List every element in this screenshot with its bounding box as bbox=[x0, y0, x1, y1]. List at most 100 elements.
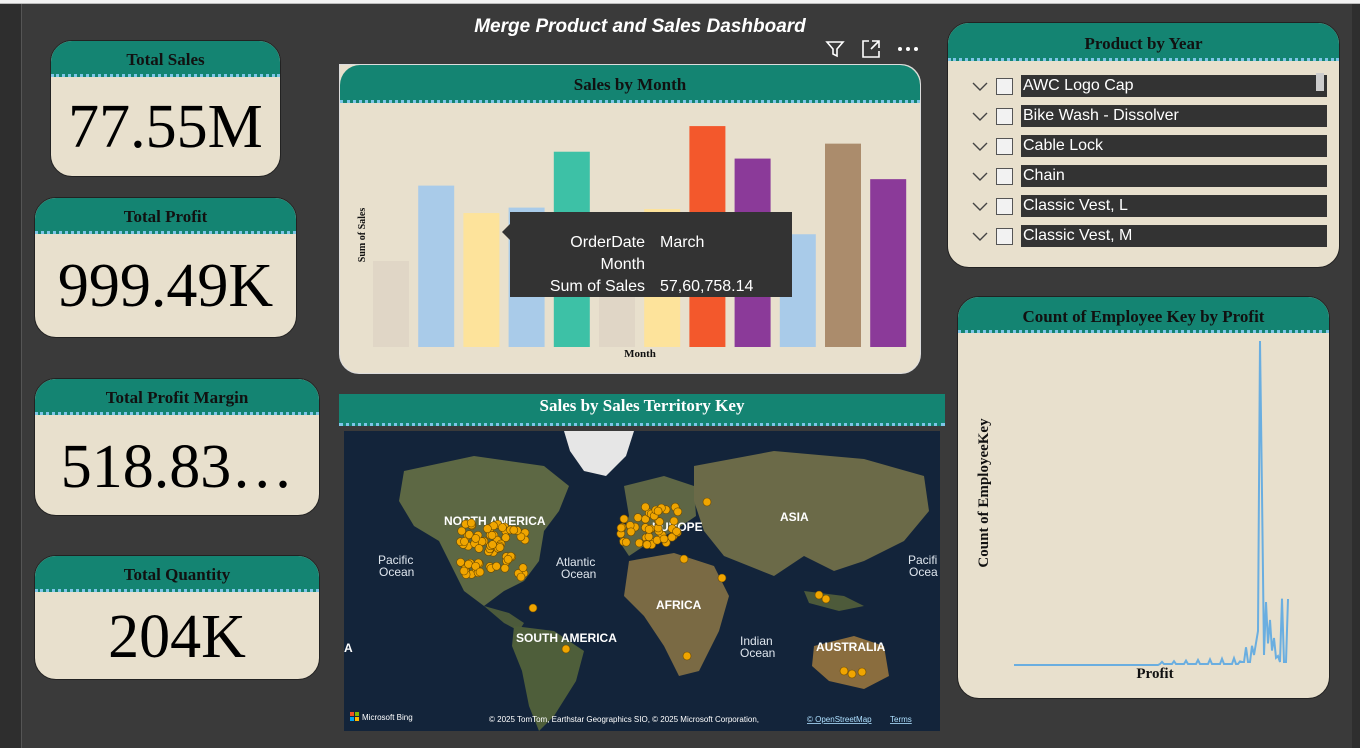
slicer-checkbox[interactable] bbox=[996, 77, 1013, 95]
map-point[interactable] bbox=[659, 534, 669, 544]
x-axis-label: Profit bbox=[1136, 666, 1173, 682]
map-osm-link[interactable]: © OpenStreetMap bbox=[807, 715, 872, 724]
map-point[interactable] bbox=[488, 540, 497, 549]
map-point[interactable] bbox=[717, 573, 727, 583]
kpi-value: 999.49K bbox=[57, 252, 274, 320]
map-point[interactable] bbox=[459, 566, 469, 576]
chevron-down-icon[interactable] bbox=[970, 229, 990, 243]
map-point[interactable] bbox=[653, 506, 663, 516]
tooltip-key: Sum of Sales bbox=[549, 278, 645, 295]
map-point[interactable] bbox=[498, 523, 507, 532]
bing-logo-yellow bbox=[355, 717, 359, 721]
map-point[interactable] bbox=[474, 544, 484, 553]
map-point[interactable] bbox=[633, 513, 643, 522]
map-point[interactable] bbox=[518, 563, 528, 572]
map-point[interactable] bbox=[682, 651, 692, 661]
map-point[interactable] bbox=[652, 535, 662, 545]
bar-1[interactable] bbox=[373, 261, 409, 347]
sales-by-month-chart[interactable]: Sales by Month Sum of Sales Month OrderD… bbox=[339, 64, 921, 374]
chart-tooltip: OrderDate Month March Sum of Sales 57,60,7… bbox=[502, 212, 792, 298]
map-point[interactable] bbox=[464, 559, 473, 569]
list-item[interactable]: AWC Logo Cap bbox=[948, 71, 1339, 101]
map-point[interactable] bbox=[509, 525, 519, 535]
map-point[interactable] bbox=[621, 537, 631, 547]
slicer-checkbox[interactable] bbox=[996, 107, 1013, 125]
kpi-total-sales[interactable]: Total Sales 77.55M bbox=[50, 40, 281, 177]
map-point[interactable] bbox=[626, 527, 636, 537]
map-point[interactable] bbox=[471, 534, 480, 543]
map-point[interactable] bbox=[642, 540, 652, 549]
map-point[interactable] bbox=[634, 538, 644, 548]
focus-mode-icon[interactable] bbox=[860, 38, 882, 60]
map-point[interactable] bbox=[616, 523, 626, 533]
map-point[interactable] bbox=[503, 555, 513, 564]
chevron-down-icon[interactable] bbox=[970, 79, 990, 93]
kpi-title: Total Quantity bbox=[35, 556, 319, 592]
map-point[interactable] bbox=[516, 572, 526, 582]
bing-logo-blue bbox=[350, 717, 354, 721]
map-point[interactable] bbox=[641, 502, 650, 512]
map-point[interactable] bbox=[702, 497, 712, 507]
kpi-value: 518.83… bbox=[60, 433, 294, 501]
bing-logo-red bbox=[350, 712, 354, 716]
chevron-down-icon[interactable] bbox=[970, 199, 990, 213]
filter-icon[interactable] bbox=[824, 38, 846, 60]
slicer-checkbox[interactable] bbox=[996, 137, 1013, 155]
map-point[interactable] bbox=[847, 669, 857, 679]
bar-3[interactable] bbox=[463, 213, 500, 347]
map-label-indian-ocean: Ocean bbox=[740, 646, 775, 660]
list-item[interactable]: Bike Wash - Dissolver bbox=[948, 101, 1339, 131]
map-point[interactable] bbox=[456, 558, 465, 567]
map-point[interactable] bbox=[475, 567, 485, 577]
map-brand: Microsoft Bing bbox=[362, 713, 413, 722]
map-point[interactable] bbox=[669, 516, 679, 526]
map-point[interactable] bbox=[644, 532, 654, 541]
map-point[interactable] bbox=[466, 518, 476, 528]
map-point[interactable] bbox=[561, 644, 571, 654]
map-point[interactable] bbox=[460, 537, 469, 546]
bar-2[interactable] bbox=[418, 185, 455, 347]
map-point[interactable] bbox=[672, 527, 681, 536]
map-point[interactable] bbox=[821, 594, 831, 604]
list-item[interactable]: Cable Lock bbox=[948, 131, 1339, 161]
chevron-down-icon[interactable] bbox=[970, 109, 990, 123]
slicer-checkbox[interactable] bbox=[996, 227, 1013, 245]
list-item[interactable]: Classic Vest, M bbox=[948, 221, 1339, 251]
map-canvas[interactable]: NORTH AMERICA EUROPE ASIA AFRICA SOUTH A… bbox=[344, 431, 940, 731]
map-terms-link[interactable]: Terms bbox=[890, 715, 912, 724]
map-point[interactable] bbox=[492, 561, 501, 571]
left-panel-edge bbox=[0, 4, 22, 748]
product-by-year-slicer[interactable]: Product by Year AWC Logo Cap Bike Wash -… bbox=[947, 22, 1340, 268]
slicer-checkbox[interactable] bbox=[996, 197, 1013, 215]
tooltip-row: Sum of Sales 57,60,758.14 bbox=[530, 276, 792, 298]
kpi-total-quantity[interactable]: Total Quantity 204K bbox=[34, 555, 320, 680]
list-item[interactable]: Chain bbox=[948, 161, 1339, 191]
map-point[interactable] bbox=[679, 554, 689, 564]
map-label-africa: AFRICA bbox=[656, 598, 702, 612]
slicer-checkbox[interactable] bbox=[996, 167, 1013, 185]
map-point[interactable] bbox=[483, 524, 492, 533]
more-options-icon[interactable] bbox=[896, 38, 920, 60]
slicer-scrollbar[interactable] bbox=[1316, 73, 1324, 91]
bar-12[interactable] bbox=[870, 179, 907, 347]
list-item[interactable]: Classic Vest, L bbox=[948, 191, 1339, 221]
map-point[interactable] bbox=[857, 667, 867, 677]
kpi-total-profit-margin[interactable]: Total Profit Margin 518.83… bbox=[34, 378, 320, 516]
sales-territory-map[interactable]: NORTH AMERICA EUROPE ASIA AFRICA SOUTH A… bbox=[344, 431, 940, 731]
slicer-item-label: Chain bbox=[1021, 165, 1327, 187]
map-point[interactable] bbox=[500, 563, 510, 573]
bar-11[interactable] bbox=[825, 143, 861, 347]
map-title: Sales by Sales Territory Key bbox=[339, 394, 945, 426]
map-point[interactable] bbox=[644, 525, 654, 534]
map-point[interactable] bbox=[528, 603, 538, 613]
employee-by-profit-chart[interactable]: Count of Employee Key by Profit Count of… bbox=[957, 296, 1330, 699]
slicer-item-label: Classic Vest, L bbox=[1021, 195, 1327, 217]
chevron-down-icon[interactable] bbox=[970, 169, 990, 183]
map-point[interactable] bbox=[495, 543, 505, 552]
map-point[interactable] bbox=[839, 666, 849, 676]
map-point[interactable] bbox=[619, 514, 629, 524]
map-point[interactable] bbox=[673, 507, 683, 517]
kpi-total-profit[interactable]: Total Profit 999.49K bbox=[34, 197, 297, 338]
chevron-down-icon[interactable] bbox=[970, 139, 990, 153]
map-point[interactable] bbox=[814, 590, 824, 600]
